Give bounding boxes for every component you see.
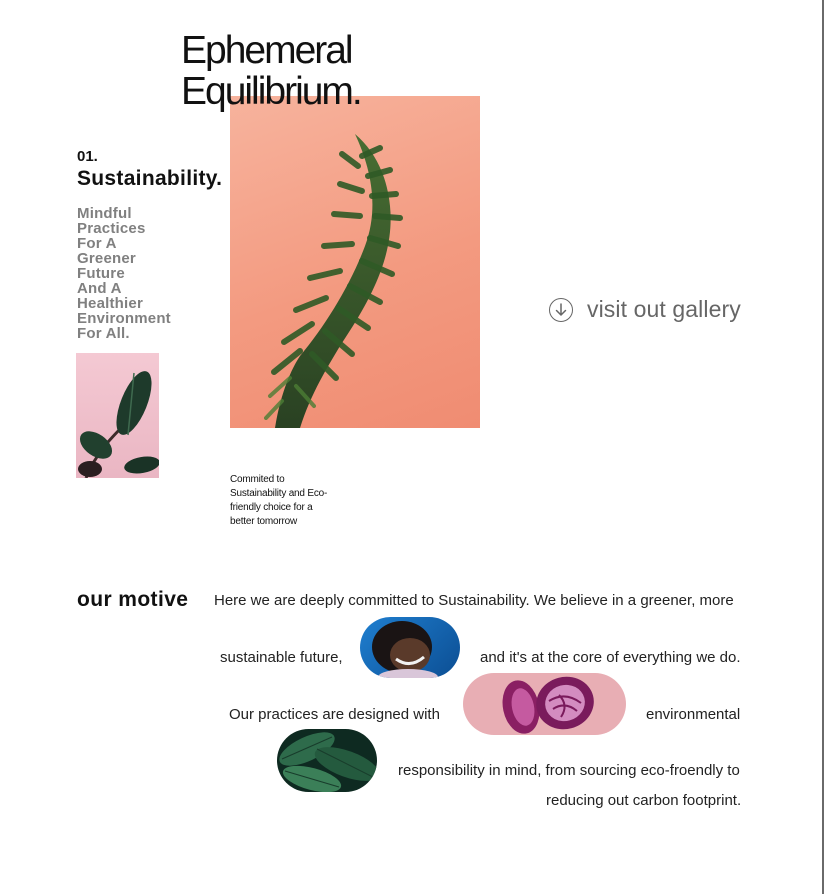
rubber-plant-image — [76, 353, 159, 478]
visit-gallery-label: visit out gallery — [587, 296, 741, 322]
tropical-leaves-pill-image — [277, 729, 377, 792]
hero-plant-image — [230, 96, 480, 428]
tagline-line: Mindful — [77, 205, 132, 222]
red-cabbage-pill-image — [463, 673, 626, 735]
hero-title: Ephemeral Equilibrium. — [181, 29, 363, 113]
motive-text-line-2a: sustainable future, — [220, 649, 343, 666]
motive-text-line-4: responsibility in mind, from sourcing ec… — [398, 762, 740, 779]
section-number: 01. — [77, 148, 98, 165]
motive-text-line-3a: Our practices are designed with — [229, 706, 440, 723]
motive-text-line-5: reducing out carbon footprint. — [546, 792, 742, 809]
motive-title: our motive — [77, 588, 189, 611]
tagline-line: Greener — [77, 250, 136, 267]
motive-text-line-1: Here we are deeply committed to Sustaina… — [214, 592, 734, 609]
caption-line: Commited to — [230, 474, 285, 485]
tagline-line: Practices — [77, 220, 146, 237]
tagline-line: For A — [77, 235, 117, 252]
motive-text-line-2b: and it's at the core of everything we do… — [480, 649, 741, 666]
hero-caption: Commited to Sustainability and Eco- frie… — [230, 473, 340, 529]
hero-title-line-2: Equilibrium. — [181, 70, 363, 113]
visit-gallery-link[interactable]: visit out gallery — [549, 296, 741, 323]
caption-line: Sustainability and Eco- — [230, 488, 328, 499]
tagline-line: Healthier — [77, 295, 143, 312]
tagline-line: Future — [77, 265, 125, 282]
arrow-down-circle-icon — [549, 297, 573, 322]
section-title: Sustainability. — [77, 167, 223, 190]
section-tagline: Mindful Practices For A Greener Future A… — [77, 206, 197, 341]
caption-line: friendly choice for a — [230, 502, 313, 513]
portrait-pill-image — [360, 617, 460, 678]
tagline-line: For All. — [77, 325, 130, 342]
page-right-border — [822, 0, 824, 894]
motive-text-line-3b: environmental — [646, 706, 741, 723]
tagline-line: And A — [77, 280, 122, 297]
hero-title-line-1: Ephemeral — [181, 29, 354, 72]
caption-line: better tomorrow — [230, 516, 298, 527]
tagline-line: Environment — [77, 310, 171, 327]
